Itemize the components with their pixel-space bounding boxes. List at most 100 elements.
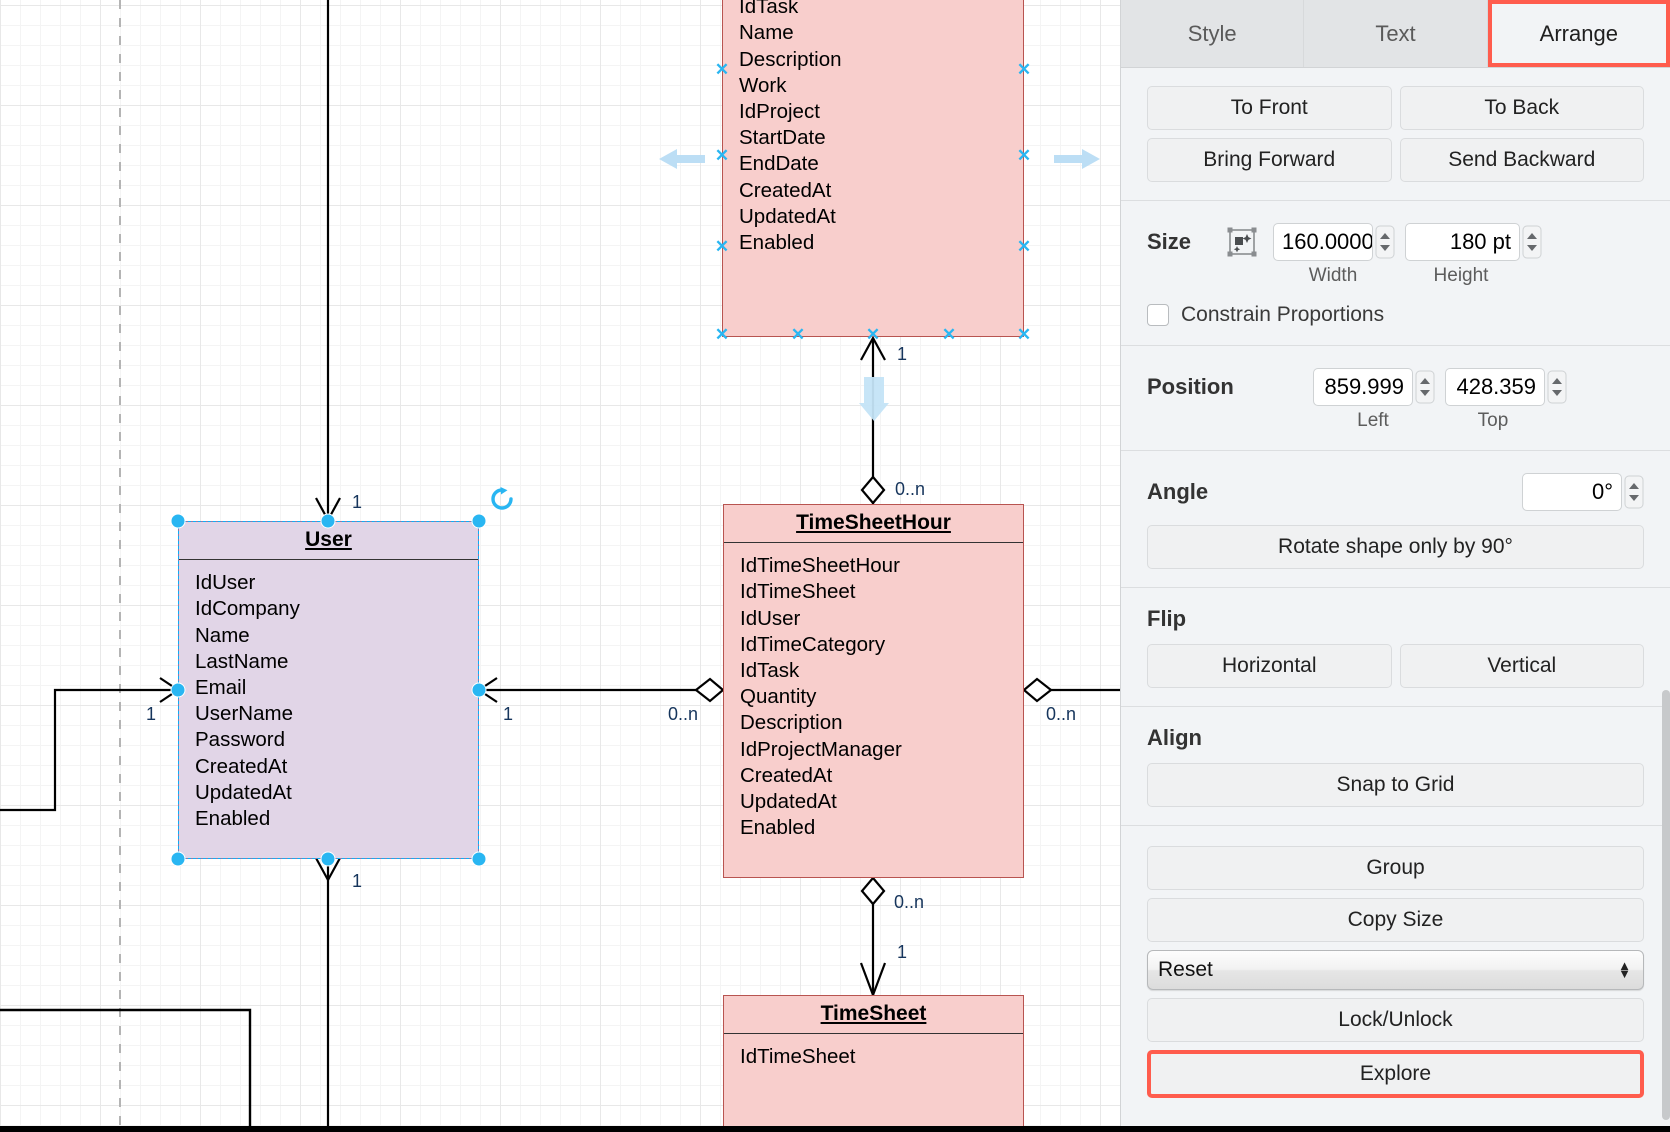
multiplicity-label: 1 — [503, 704, 513, 725]
connection-point[interactable]: ✕ — [714, 327, 730, 343]
snap-to-grid-button[interactable]: Snap to Grid — [1147, 763, 1644, 807]
field-item: UserName — [195, 701, 478, 727]
connection-point[interactable]: ✕ — [714, 148, 730, 164]
diagram-canvas[interactable]: Tasks IdTask Name Description Work IdPro… — [0, 0, 1120, 1132]
field-item: Email — [195, 675, 478, 701]
field-item: IdTimeCategory — [740, 632, 1023, 658]
connection-point[interactable]: ✕ — [714, 62, 730, 78]
to-back-button[interactable]: To Back — [1400, 86, 1645, 130]
size-label: Size — [1147, 229, 1225, 255]
field-item: Name — [195, 623, 478, 649]
app-root: Tasks IdTask Name Description Work IdPro… — [0, 0, 1670, 1132]
entity-timesheethour-title: TimeSheetHour — [724, 505, 1023, 543]
connection-point[interactable]: ✕ — [941, 327, 957, 343]
resize-handle-nw[interactable] — [171, 514, 186, 529]
flip-horizontal-button[interactable]: Horizontal — [1147, 644, 1392, 688]
tab-style[interactable]: Style — [1121, 0, 1304, 67]
left-spin-arrows[interactable] — [1415, 368, 1435, 406]
lock-unlock-button[interactable]: Lock/Unlock — [1147, 998, 1644, 1042]
top-stepper[interactable]: 428.359 — [1445, 368, 1567, 406]
field-item: CreatedAt — [739, 178, 1023, 204]
group-button[interactable]: Group — [1147, 846, 1644, 890]
constrain-proportions-row[interactable]: Constrain Proportions — [1147, 303, 1644, 327]
resize-handle-sw[interactable] — [171, 852, 186, 867]
field-item: IdUser — [195, 570, 478, 596]
field-item: IdTask — [740, 658, 1023, 684]
direction-arrow-right-icon[interactable] — [1052, 143, 1104, 175]
multiplicity-label: 1 — [897, 344, 907, 365]
height-input[interactable]: 180 pt — [1405, 223, 1520, 261]
order-row-1: To Front To Back — [1147, 86, 1644, 130]
width-stepper[interactable]: 160.0000 — [1273, 223, 1395, 261]
field-item: IdProject — [739, 99, 1023, 125]
angle-row: Angle 0° — [1147, 473, 1644, 511]
resize-handle-e[interactable] — [472, 683, 487, 698]
resize-handle-ne[interactable] — [472, 514, 487, 529]
connection-point[interactable]: ✕ — [1016, 239, 1032, 255]
field-item: LastName — [195, 649, 478, 675]
size-row: Size 160.0000 — [1147, 223, 1644, 261]
angle-spin-arrows[interactable] — [1624, 473, 1644, 511]
angle-stepper[interactable]: 0° — [1522, 473, 1644, 511]
resize-handle-se[interactable] — [472, 852, 487, 867]
autosize-icon[interactable] — [1225, 225, 1259, 259]
flip-label: Flip — [1147, 606, 1644, 632]
position-top-input[interactable]: 428.359 — [1445, 368, 1545, 406]
rotate-icon[interactable] — [489, 486, 515, 512]
angle-section: Angle 0° Rotate shape only by 90° — [1121, 451, 1670, 588]
multiplicity-label: 1 — [146, 704, 156, 725]
reset-select-value: Reset — [1158, 958, 1213, 982]
to-front-button[interactable]: To Front — [1147, 86, 1392, 130]
resize-handle-n[interactable] — [321, 514, 336, 529]
entity-user[interactable]: User IdUser IdCompany Name LastName Emai… — [178, 521, 479, 859]
tab-arrange[interactable]: Arrange — [1488, 0, 1670, 67]
connection-point[interactable]: ✕ — [790, 327, 806, 343]
reset-select[interactable]: Reset ▲▼ — [1147, 950, 1644, 990]
direction-arrow-left-icon[interactable] — [655, 143, 707, 175]
position-section: Position 859.999 428.359 Left Top — [1121, 346, 1670, 451]
position-left-input[interactable]: 859.999 — [1313, 368, 1413, 406]
entity-timesheet[interactable]: TimeSheet IdTimeSheet — [723, 995, 1024, 1132]
rotate-90-button[interactable]: Rotate shape only by 90° — [1147, 525, 1644, 569]
panel-scrollbar[interactable] — [1662, 690, 1670, 1120]
field-item: Password — [195, 727, 478, 753]
constrain-proportions-checkbox[interactable] — [1147, 304, 1169, 326]
field-item: UpdatedAt — [195, 780, 478, 806]
connection-point[interactable]: ✕ — [1016, 62, 1032, 78]
field-item: UpdatedAt — [740, 789, 1023, 815]
width-sublabel: Width — [1273, 265, 1393, 287]
width-input[interactable]: 160.0000 — [1273, 223, 1373, 261]
left-stepper[interactable]: 859.999 — [1313, 368, 1435, 406]
resize-handle-s[interactable] — [321, 852, 336, 867]
top-spin-arrows[interactable] — [1547, 368, 1567, 406]
flip-vertical-button[interactable]: Vertical — [1400, 644, 1645, 688]
direction-arrow-down-icon[interactable] — [858, 375, 890, 423]
multiplicity-label: 0..n — [894, 892, 924, 913]
height-stepper[interactable]: 180 pt — [1405, 223, 1542, 261]
tab-text[interactable]: Text — [1304, 0, 1487, 67]
entity-tasks[interactable]: Tasks IdTask Name Description Work IdPro… — [722, 0, 1024, 337]
misc-section: Group Copy Size Reset ▲▼ Lock/Unlock Exp… — [1121, 826, 1670, 1116]
field-item: Enabled — [195, 806, 478, 832]
entity-timesheethour[interactable]: TimeSheetHour IdTimeSheetHour IdTimeShee… — [723, 504, 1024, 878]
send-backward-button[interactable]: Send Backward — [1400, 138, 1645, 182]
angle-label: Angle — [1147, 479, 1522, 505]
size-sublabels: Width Height — [1147, 265, 1644, 287]
order-section: To Front To Back Bring Forward Send Back… — [1121, 68, 1670, 201]
connection-point[interactable]: ✕ — [865, 327, 881, 343]
connection-point[interactable]: ✕ — [1016, 148, 1032, 164]
field-item: IdProjectManager — [740, 737, 1023, 763]
height-spin-arrows[interactable] — [1522, 223, 1542, 261]
connection-point[interactable]: ✕ — [1016, 327, 1032, 343]
multiplicity-label: 0..n — [668, 704, 698, 725]
resize-handle-w[interactable] — [171, 683, 186, 698]
angle-input[interactable]: 0° — [1522, 473, 1622, 511]
explore-button[interactable]: Explore — [1147, 1050, 1644, 1098]
multiplicity-label: 0..n — [895, 479, 925, 500]
format-panel: Style Text Arrange To Front To Back Brin… — [1120, 0, 1670, 1132]
copy-size-button[interactable]: Copy Size — [1147, 898, 1644, 942]
height-sublabel: Height — [1393, 265, 1529, 287]
width-spin-arrows[interactable] — [1375, 223, 1395, 261]
bring-forward-button[interactable]: Bring Forward — [1147, 138, 1392, 182]
connection-point[interactable]: ✕ — [714, 239, 730, 255]
